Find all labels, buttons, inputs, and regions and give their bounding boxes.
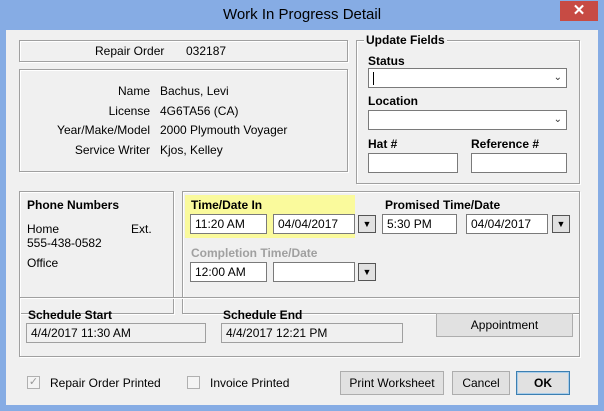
phone-numbers-box: Phone Numbers Home Ext. 555-438-0582 Off…	[19, 191, 174, 314]
schedule-end-label: Schedule End	[223, 308, 303, 322]
dialog-window: Work In Progress Detail ✕ Repair Order 0…	[0, 0, 604, 411]
close-button[interactable]: ✕	[560, 1, 598, 21]
name-label: Name	[117, 84, 150, 98]
repair-order-box: Repair Order 032187	[19, 40, 348, 62]
license-value: 4G6TA56 (CA)	[160, 104, 239, 118]
time-date-in-label: Time/Date In	[191, 198, 263, 212]
repair-order-value: 032187	[186, 44, 227, 58]
ok-button[interactable]: OK	[516, 371, 570, 395]
office-label: Office	[27, 256, 59, 270]
license-label: License	[108, 104, 150, 118]
dialog-client: Repair Order 032187 Name Bachus, Levi Li…	[6, 30, 598, 405]
repair-order-label: Repair Order	[95, 44, 165, 58]
completion-time-input[interactable]: 12:00 AM	[190, 262, 267, 282]
update-fields-title: Update Fields	[364, 33, 447, 47]
invoice-printed-label: Invoice Printed	[210, 376, 290, 390]
calendar-dropdown-icon: ▼	[556, 219, 566, 229]
reference-input[interactable]	[471, 153, 567, 173]
repair-order-printed-label: Repair Order Printed	[50, 376, 161, 390]
completion-label: Completion Time/Date	[191, 246, 318, 260]
close-icon: ✕	[572, 2, 586, 19]
schedule-end-value: 4/4/2017 12:21 PM	[221, 323, 403, 343]
repair-order-printed-checkbox[interactable]: ✓	[27, 376, 40, 389]
home-label: Home	[27, 222, 60, 236]
completion-date-dropdown-button[interactable]: ▼	[358, 263, 376, 281]
home-phone: 555-438-0582	[27, 236, 102, 250]
schedule-start-label: Schedule Start	[28, 308, 113, 322]
window-title: Work In Progress Detail	[222, 6, 382, 23]
ymm-label: Year/Make/Model	[57, 123, 150, 137]
writer-value: Kjos, Kelley	[160, 143, 223, 157]
ymm-value: 2000 Plymouth Voyager	[160, 123, 288, 137]
hat-label: Hat #	[368, 137, 398, 151]
location-select[interactable]: ⌄	[368, 110, 567, 130]
cancel-button[interactable]: Cancel	[452, 371, 510, 395]
appointment-button[interactable]: Appointment	[436, 313, 573, 337]
title-bar[interactable]: Work In Progress Detail ✕	[0, 0, 604, 30]
promised-date-input[interactable]: 04/04/2017	[466, 214, 548, 234]
in-date-input[interactable]: 04/04/2017	[273, 214, 355, 234]
reference-label: Reference #	[471, 137, 540, 151]
completion-date-input[interactable]	[273, 262, 355, 282]
writer-label: Service Writer	[74, 143, 150, 157]
schedule-start-value: 4/4/2017 11:30 AM	[26, 323, 206, 343]
promised-date-dropdown-button[interactable]: ▼	[552, 215, 570, 233]
location-label: Location	[368, 94, 418, 108]
promised-label: Promised Time/Date	[385, 198, 501, 212]
status-label: Status	[368, 54, 405, 68]
in-date-dropdown-button[interactable]: ▼	[358, 215, 376, 233]
invoice-printed-checkbox[interactable]	[187, 376, 200, 389]
promised-time-input[interactable]: 5:30 PM	[382, 214, 457, 234]
print-worksheet-button[interactable]: Print Worksheet	[340, 371, 444, 395]
text-caret	[373, 72, 374, 85]
name-value: Bachus, Levi	[160, 84, 229, 98]
in-time-input[interactable]: 11:20 AM	[190, 214, 267, 234]
calendar-dropdown-icon: ▼	[362, 267, 372, 277]
ext-label: Ext.	[131, 222, 152, 236]
hat-input[interactable]	[368, 153, 458, 173]
chevron-down-icon: ⌄	[553, 72, 562, 83]
customer-info-box: Name Bachus, Levi License 4G6TA56 (CA) Y…	[19, 69, 348, 172]
chevron-down-icon: ⌄	[553, 114, 562, 125]
calendar-dropdown-icon: ▼	[362, 219, 372, 229]
phone-numbers-title: Phone Numbers	[27, 198, 120, 212]
status-select[interactable]: ⌄	[368, 68, 567, 88]
